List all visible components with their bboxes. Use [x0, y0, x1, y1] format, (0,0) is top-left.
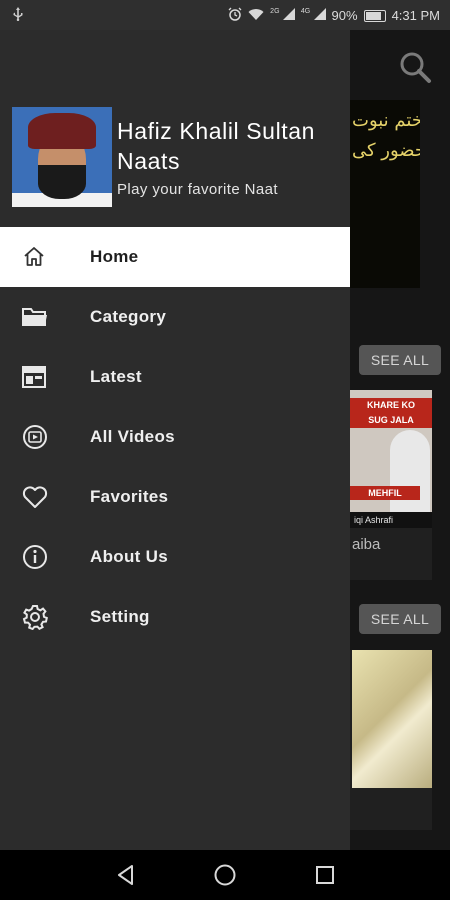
heart-icon [0, 467, 90, 527]
drawer-menu: Home Category Latest All Videos Favorite… [0, 227, 350, 647]
banner-text: ختم نبوت حضور کی [352, 110, 420, 161]
menu-item-home[interactable]: Home [0, 227, 350, 287]
info-icon [0, 527, 90, 587]
menu-item-label: Setting [90, 607, 150, 626]
video-icon [0, 407, 90, 467]
drawer-header: Hafiz Khalil Sultan Naats Play your favo… [0, 30, 350, 228]
recents-icon[interactable] [313, 863, 337, 887]
app-subtitle: Play your favorite Naat [117, 181, 278, 198]
home-icon [0, 227, 90, 287]
back-icon[interactable] [114, 863, 138, 887]
menu-item-label: About Us [90, 547, 168, 566]
thumbnail-person [390, 430, 430, 515]
menu-item-about-us[interactable]: About Us [0, 527, 350, 587]
latest-icon [0, 347, 90, 407]
menu-item-label: Home [90, 247, 139, 266]
video-title: aiba [352, 536, 381, 553]
usb-icon [12, 7, 24, 24]
menu-item-latest[interactable]: Latest [0, 347, 350, 407]
menu-item-all-videos[interactable]: All Videos [0, 407, 350, 467]
menu-item-category[interactable]: Category [0, 287, 350, 347]
menu-item-label: Category [90, 307, 167, 326]
thumbnail-banner: KHARE KO SUG JALA [350, 398, 432, 428]
signal-icon-2: 4G [301, 8, 326, 23]
home-nav-icon[interactable] [213, 863, 237, 887]
search-icon[interactable] [398, 50, 432, 84]
clock: 4:31 PM [391, 8, 440, 23]
see-all-button-2[interactable]: SEE ALL [359, 604, 441, 634]
featured-banner[interactable]: ختم نبوت حضور کی [350, 100, 420, 288]
video-thumbnail: KHARE KO SUG JALA MEHFIL iqi Ashrafi [350, 390, 432, 528]
menu-item-favorites[interactable]: Favorites [0, 467, 350, 527]
video-card-2[interactable] [350, 650, 432, 830]
see-all-button-1[interactable]: SEE ALL [359, 345, 441, 375]
menu-item-label: All Videos [90, 427, 175, 446]
menu-item-label: Favorites [90, 487, 169, 506]
signal-icon-1: 2G [270, 8, 295, 23]
folder-icon [0, 287, 90, 347]
video-card[interactable]: KHARE KO SUG JALA MEHFIL iqi Ashrafi aib… [350, 390, 432, 580]
menu-item-setting[interactable]: Setting [0, 587, 350, 647]
status-bar: 2G 4G 90% 4:31 PM [0, 0, 450, 30]
video-thumbnail-2 [352, 650, 432, 788]
avatar [12, 107, 112, 207]
system-nav-bar [0, 850, 450, 900]
wifi-icon [248, 8, 264, 24]
thumbnail-caption: iqi Ashrafi [350, 512, 432, 528]
battery-percent: 90% [331, 8, 358, 23]
battery-icon [363, 9, 386, 22]
thumbnail-label: MEHFIL [350, 486, 420, 500]
navigation-drawer: Hafiz Khalil Sultan Naats Play your favo… [0, 30, 350, 850]
menu-item-label: Latest [90, 367, 142, 386]
gear-icon [0, 587, 90, 647]
alarm-icon [228, 7, 242, 24]
app-title: Hafiz Khalil Sultan Naats [117, 118, 316, 174]
